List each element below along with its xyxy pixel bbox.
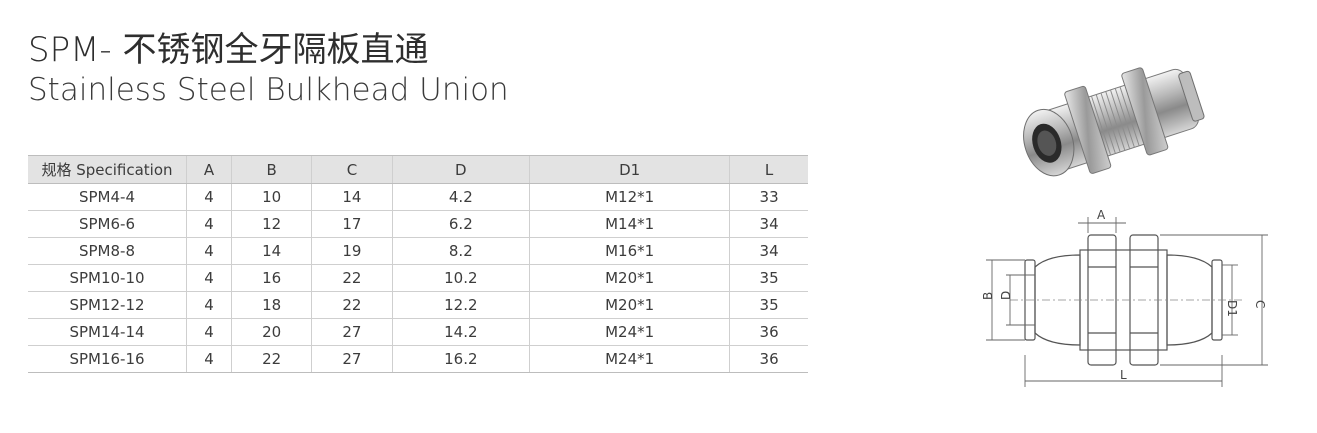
cell-d: 4.2: [391, 183, 530, 211]
cell-l: 35: [729, 264, 808, 292]
cell-d1: M20*1: [529, 264, 730, 292]
cell-l: 35: [729, 291, 808, 319]
cell-d: 16.2: [391, 345, 530, 373]
cell-l: 36: [729, 345, 808, 373]
table-row: SPM10-10 4 16 22 10.2 M20*1 35: [28, 264, 808, 292]
cell-spec: SPM4-4: [28, 183, 187, 211]
cell-spec: SPM16-16: [28, 345, 187, 373]
table-row: SPM6-6 4 12 17 6.2 M14*1 34: [28, 210, 808, 238]
cell-c: 27: [311, 318, 393, 346]
label-d1: D1: [1225, 300, 1239, 317]
col-header-c: C: [311, 155, 393, 184]
spec-table: 规格 Specification A B C D D1 L SPM4-4 4 1…: [28, 155, 808, 373]
cell-b: 22: [231, 345, 312, 373]
cell-d: 10.2: [391, 264, 530, 292]
cell-b: 10: [231, 183, 312, 211]
cell-spec: SPM10-10: [28, 264, 187, 292]
cell-b: 20: [231, 318, 312, 346]
cell-a: 4: [185, 345, 232, 373]
col-header-a: A: [185, 155, 232, 184]
table-row: SPM4-4 4 10 14 4.2 M12*1 33: [28, 183, 808, 211]
cell-spec: SPM6-6: [28, 210, 187, 238]
cell-a: 4: [185, 291, 232, 319]
cell-b: 12: [231, 210, 312, 238]
cell-c: 27: [311, 345, 393, 373]
col-header-spec: 规格 Specification: [28, 155, 187, 184]
cell-a: 4: [185, 318, 232, 346]
cell-a: 4: [185, 210, 232, 238]
cell-a: 4: [185, 264, 232, 292]
cell-b: 14: [231, 237, 312, 265]
dimension-drawing: A B D D1 C L: [981, 208, 1268, 387]
cell-l: 33: [729, 183, 808, 211]
product-photo: [1023, 67, 1205, 177]
cell-c: 17: [311, 210, 393, 238]
cell-a: 4: [185, 183, 232, 211]
page-subtitle: Stainless Steel Bulkhead Union: [28, 72, 509, 108]
cell-l: 36: [729, 318, 808, 346]
label-c: C: [1253, 300, 1267, 308]
cell-d: 14.2: [391, 318, 530, 346]
col-header-d: D: [391, 155, 530, 184]
cell-spec: SPM12-12: [28, 291, 187, 319]
label-b: B: [981, 292, 995, 300]
table-row: SPM8-8 4 14 19 8.2 M16*1 34: [28, 237, 808, 265]
label-l: L: [1120, 368, 1127, 382]
cell-b: 16: [231, 264, 312, 292]
cell-d1: M20*1: [529, 291, 730, 319]
col-header-l: L: [729, 155, 808, 184]
cell-d1: M24*1: [529, 318, 730, 346]
cell-d1: M12*1: [529, 183, 730, 211]
table-row: SPM12-12 4 18 22 12.2 M20*1 35: [28, 291, 808, 319]
cell-d: 8.2: [391, 237, 530, 265]
cell-b: 18: [231, 291, 312, 319]
table-row: SPM14-14 4 20 27 14.2 M24*1 36: [28, 318, 808, 346]
cell-c: 22: [311, 264, 393, 292]
page-title: SPM- 不锈钢全牙隔板直通: [28, 30, 429, 70]
cell-d: 6.2: [391, 210, 530, 238]
cell-d1: M24*1: [529, 345, 730, 373]
table-header-row: 规格 Specification A B C D D1 L: [28, 155, 808, 184]
cell-d: 12.2: [391, 291, 530, 319]
cell-l: 34: [729, 237, 808, 265]
cell-a: 4: [185, 237, 232, 265]
cell-d1: M16*1: [529, 237, 730, 265]
label-d: D: [999, 291, 1013, 300]
cell-c: 19: [311, 237, 393, 265]
cell-c: 22: [311, 291, 393, 319]
col-header-b: B: [231, 155, 312, 184]
table-row: SPM16-16 4 22 27 16.2 M24*1 36: [28, 345, 808, 373]
cell-spec: SPM8-8: [28, 237, 187, 265]
cell-d1: M14*1: [529, 210, 730, 238]
label-a: A: [1097, 208, 1106, 222]
col-header-d1: D1: [529, 155, 730, 184]
cell-spec: SPM14-14: [28, 318, 187, 346]
cell-l: 34: [729, 210, 808, 238]
cell-c: 14: [311, 183, 393, 211]
